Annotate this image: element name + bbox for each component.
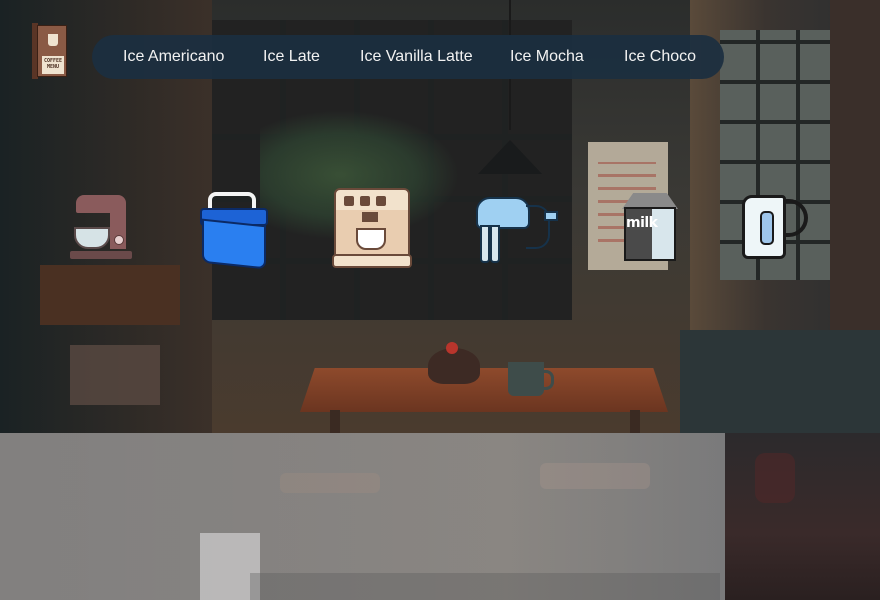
nav-item-ice-mocha[interactable]: Ice Mocha — [510, 48, 584, 66]
milk-carton-icon[interactable]: milk — [622, 193, 678, 263]
left-counter — [40, 265, 180, 325]
coffee-mug — [508, 362, 554, 396]
cup-icon — [48, 34, 58, 46]
coffee-menu-book-icon[interactable]: COFFEE MENU — [32, 23, 68, 79]
milk-label: milk — [626, 215, 658, 231]
stand-mixer-icon[interactable] — [70, 195, 132, 261]
bottom-right-area — [725, 433, 880, 600]
menu-book-label: COFFEE MENU — [42, 56, 64, 74]
nav-item-ice-vanilla-latte[interactable]: Ice Vanilla Latte — [360, 48, 473, 66]
bottom-blurred-panel — [0, 433, 725, 600]
table-leg — [330, 410, 340, 433]
cafe-table — [300, 368, 668, 412]
espresso-machine-icon[interactable] — [332, 188, 412, 268]
menu-book-label-line2: MENU — [46, 64, 60, 70]
chocolate-cake — [428, 342, 480, 384]
ice-cooler-icon[interactable] — [198, 190, 268, 270]
table-leg — [630, 410, 640, 433]
drink-nav-bar: Ice Americano Ice Late Ice Vanilla Latte… — [92, 35, 724, 79]
hanging-lamp — [478, 0, 542, 176]
hand-mixer-icon[interactable] — [474, 193, 558, 265]
chair — [70, 345, 160, 405]
kettle-icon[interactable] — [740, 193, 812, 263]
nav-item-ice-americano[interactable]: Ice Americano — [123, 48, 224, 66]
nav-item-ice-late[interactable]: Ice Late — [263, 48, 320, 66]
nav-item-ice-choco[interactable]: Ice Choco — [624, 48, 696, 66]
right-counter — [680, 330, 880, 433]
